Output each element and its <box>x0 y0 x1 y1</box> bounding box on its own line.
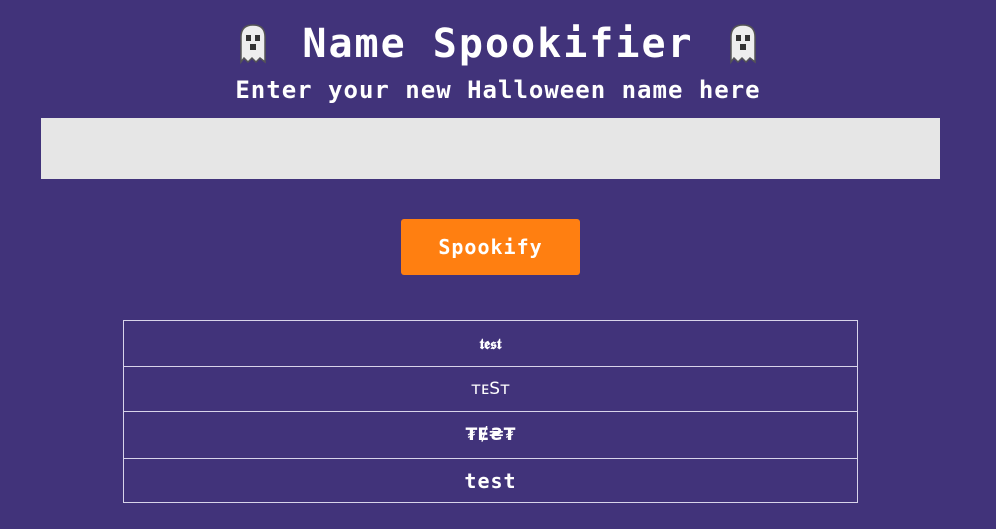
spookify-button[interactable]: Spookify <box>401 219 580 275</box>
page-title: Name Spookifier <box>302 21 694 67</box>
subtitle: Enter your new Halloween name here <box>235 76 761 104</box>
ghost-icon <box>729 24 756 65</box>
result-small-caps: ᴛᴇSᴛ <box>123 366 858 412</box>
name-input[interactable] <box>41 118 940 179</box>
results-table: 𝖙𝖊𝖘𝖙 ᴛᴇSᴛ ₮Ɇ₴₮ test <box>123 320 858 503</box>
ghost-icon <box>240 24 267 65</box>
table-row: test <box>123 458 858 503</box>
header: Name Spookifier <box>0 18 996 70</box>
result-currency: ₮Ɇ₴₮ <box>123 411 858 459</box>
result-plain: test <box>123 458 858 503</box>
page: Name Spookifier Enter your new Halloween… <box>0 0 996 529</box>
table-row: ₮Ɇ₴₮ <box>123 411 858 459</box>
table-row: 𝖙𝖊𝖘𝖙 <box>123 320 858 367</box>
result-fraktur: 𝖙𝖊𝖘𝖙 <box>123 320 858 367</box>
table-row: ᴛᴇSᴛ <box>123 366 858 412</box>
